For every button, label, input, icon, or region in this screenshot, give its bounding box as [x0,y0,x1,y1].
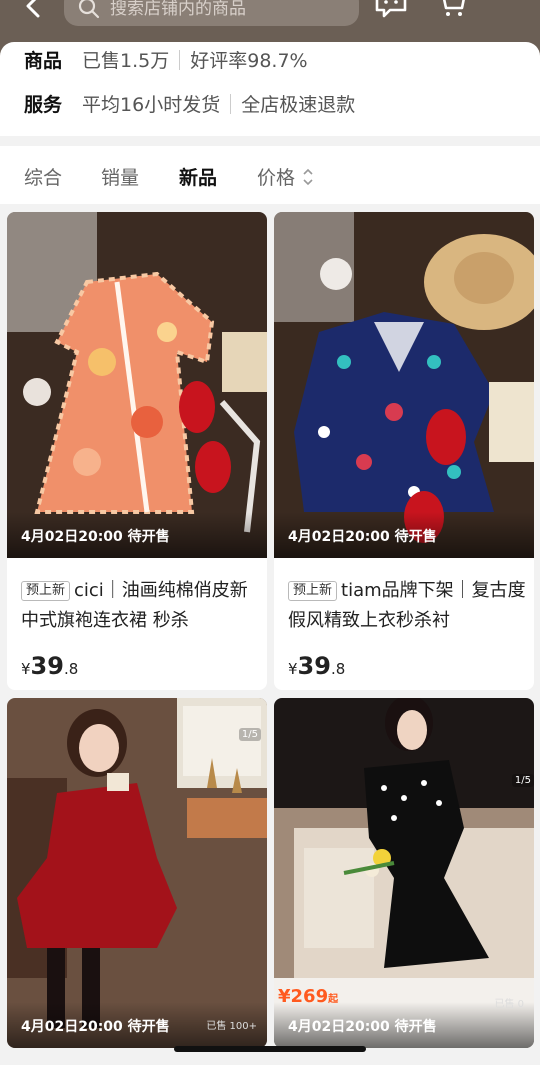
search-input[interactable]: 搜索店铺内的商品 [64,0,359,26]
more-icon[interactable] [494,0,522,6]
goods-label: 商品 [24,50,63,72]
divider [179,49,181,70]
home-indicator[interactable] [174,1046,366,1052]
preview-tag: 预上新 [21,581,71,601]
sort-arrows-icon[interactable] [302,166,314,188]
goods-row: 商品 已售1.5万 好评率98.7% [24,46,308,73]
price-dec: .8 [330,660,346,678]
blouse-photo [274,212,534,558]
red-dress-photo [7,698,267,1048]
tab-price[interactable]: 价格 [257,163,295,190]
presale-time: 4月02日20:00 待开售 [21,529,170,545]
preview-tag: 预上新 [288,581,338,601]
sold-count-small: 已售 0 [494,999,524,1010]
shop-info-card: 商品 已售1.5万 好评率98.7% 服务 平均16小时发货 全店极速退款 [0,42,540,136]
tab-overall[interactable]: 综合 [24,163,62,190]
image-counter: 1/5 [511,774,534,787]
service-row: 服务 平均16小时发货 全店极速退款 [24,90,355,117]
product-card[interactable]: 1/5 4月02日20:00 待开售 已售 100+ [7,698,267,1048]
search-placeholder: 搜索店铺内的商品 [110,0,246,19]
product-title[interactable]: 预上新 tiam品牌下架｜复古度假风精致上衣秒杀衬 [288,576,528,636]
divider [230,93,232,114]
product-title[interactable]: 预上新 cici｜油画纯棉俏皮新中式旗袍连衣裙 秒杀 [21,576,261,636]
product-image[interactable]: 4月02日20:00 待开售 [7,212,267,558]
image-counter: 1/5 [238,728,261,741]
product-price: ¥39.8 [21,652,78,680]
chat-icon[interactable] [374,0,408,18]
rating: 好评率98.7% [190,50,308,72]
product-card[interactable]: 4月02日20:00 待开售 预上新 tiam品牌下架｜复古度假风精致上衣秒杀衬 … [274,212,534,690]
cart-icon[interactable] [436,0,466,18]
product-image[interactable]: 4月02日20:00 待开售 [274,212,534,558]
tab-new[interactable]: 新品 [179,163,217,190]
product-image[interactable]: 1/5 4月02日20:00 待开售 已售 100+ [7,698,267,1048]
presale-time: 4月02日20:00 待开售 [288,529,437,545]
service-label: 服务 [24,94,63,116]
sold-count: 已售1.5万 [82,50,170,72]
product-card[interactable]: 1/5 ¥269起 4月02日20:00 待开售 已售 0 [274,698,534,1048]
product-grid: 4月02日20:00 待开售 预上新 cici｜油画纯棉俏皮新中式旗袍连衣裙 秒杀… [0,204,540,1065]
tab-sales[interactable]: 销量 [101,163,139,190]
price-dec: .8 [63,660,79,678]
shipping-time: 平均16小时发货 [82,94,221,116]
price-int: 39 [30,652,64,680]
refund-policy: 全店极速退款 [241,94,356,116]
presale-time: 4月02日20:00 待开售 [21,1019,170,1035]
sold-count-small: 已售 100+ [206,1021,257,1032]
price-currency: ¥ [21,660,31,678]
price-currency: ¥ [288,660,298,678]
search-icon [78,0,100,19]
dress-photo [7,212,267,558]
back-icon[interactable] [22,0,46,18]
presale-time: 4月02日20:00 待开售 [288,1019,437,1035]
price-int: 39 [297,652,331,680]
product-card[interactable]: 4月02日20:00 待开售 预上新 cici｜油画纯棉俏皮新中式旗袍连衣裙 秒杀… [7,212,267,690]
product-image[interactable]: 1/5 ¥269起 4月02日20:00 待开售 已售 0 [274,698,534,1048]
sort-bar: 综合 销量 新品 价格 [0,146,540,204]
product-price: ¥39.8 [288,652,345,680]
